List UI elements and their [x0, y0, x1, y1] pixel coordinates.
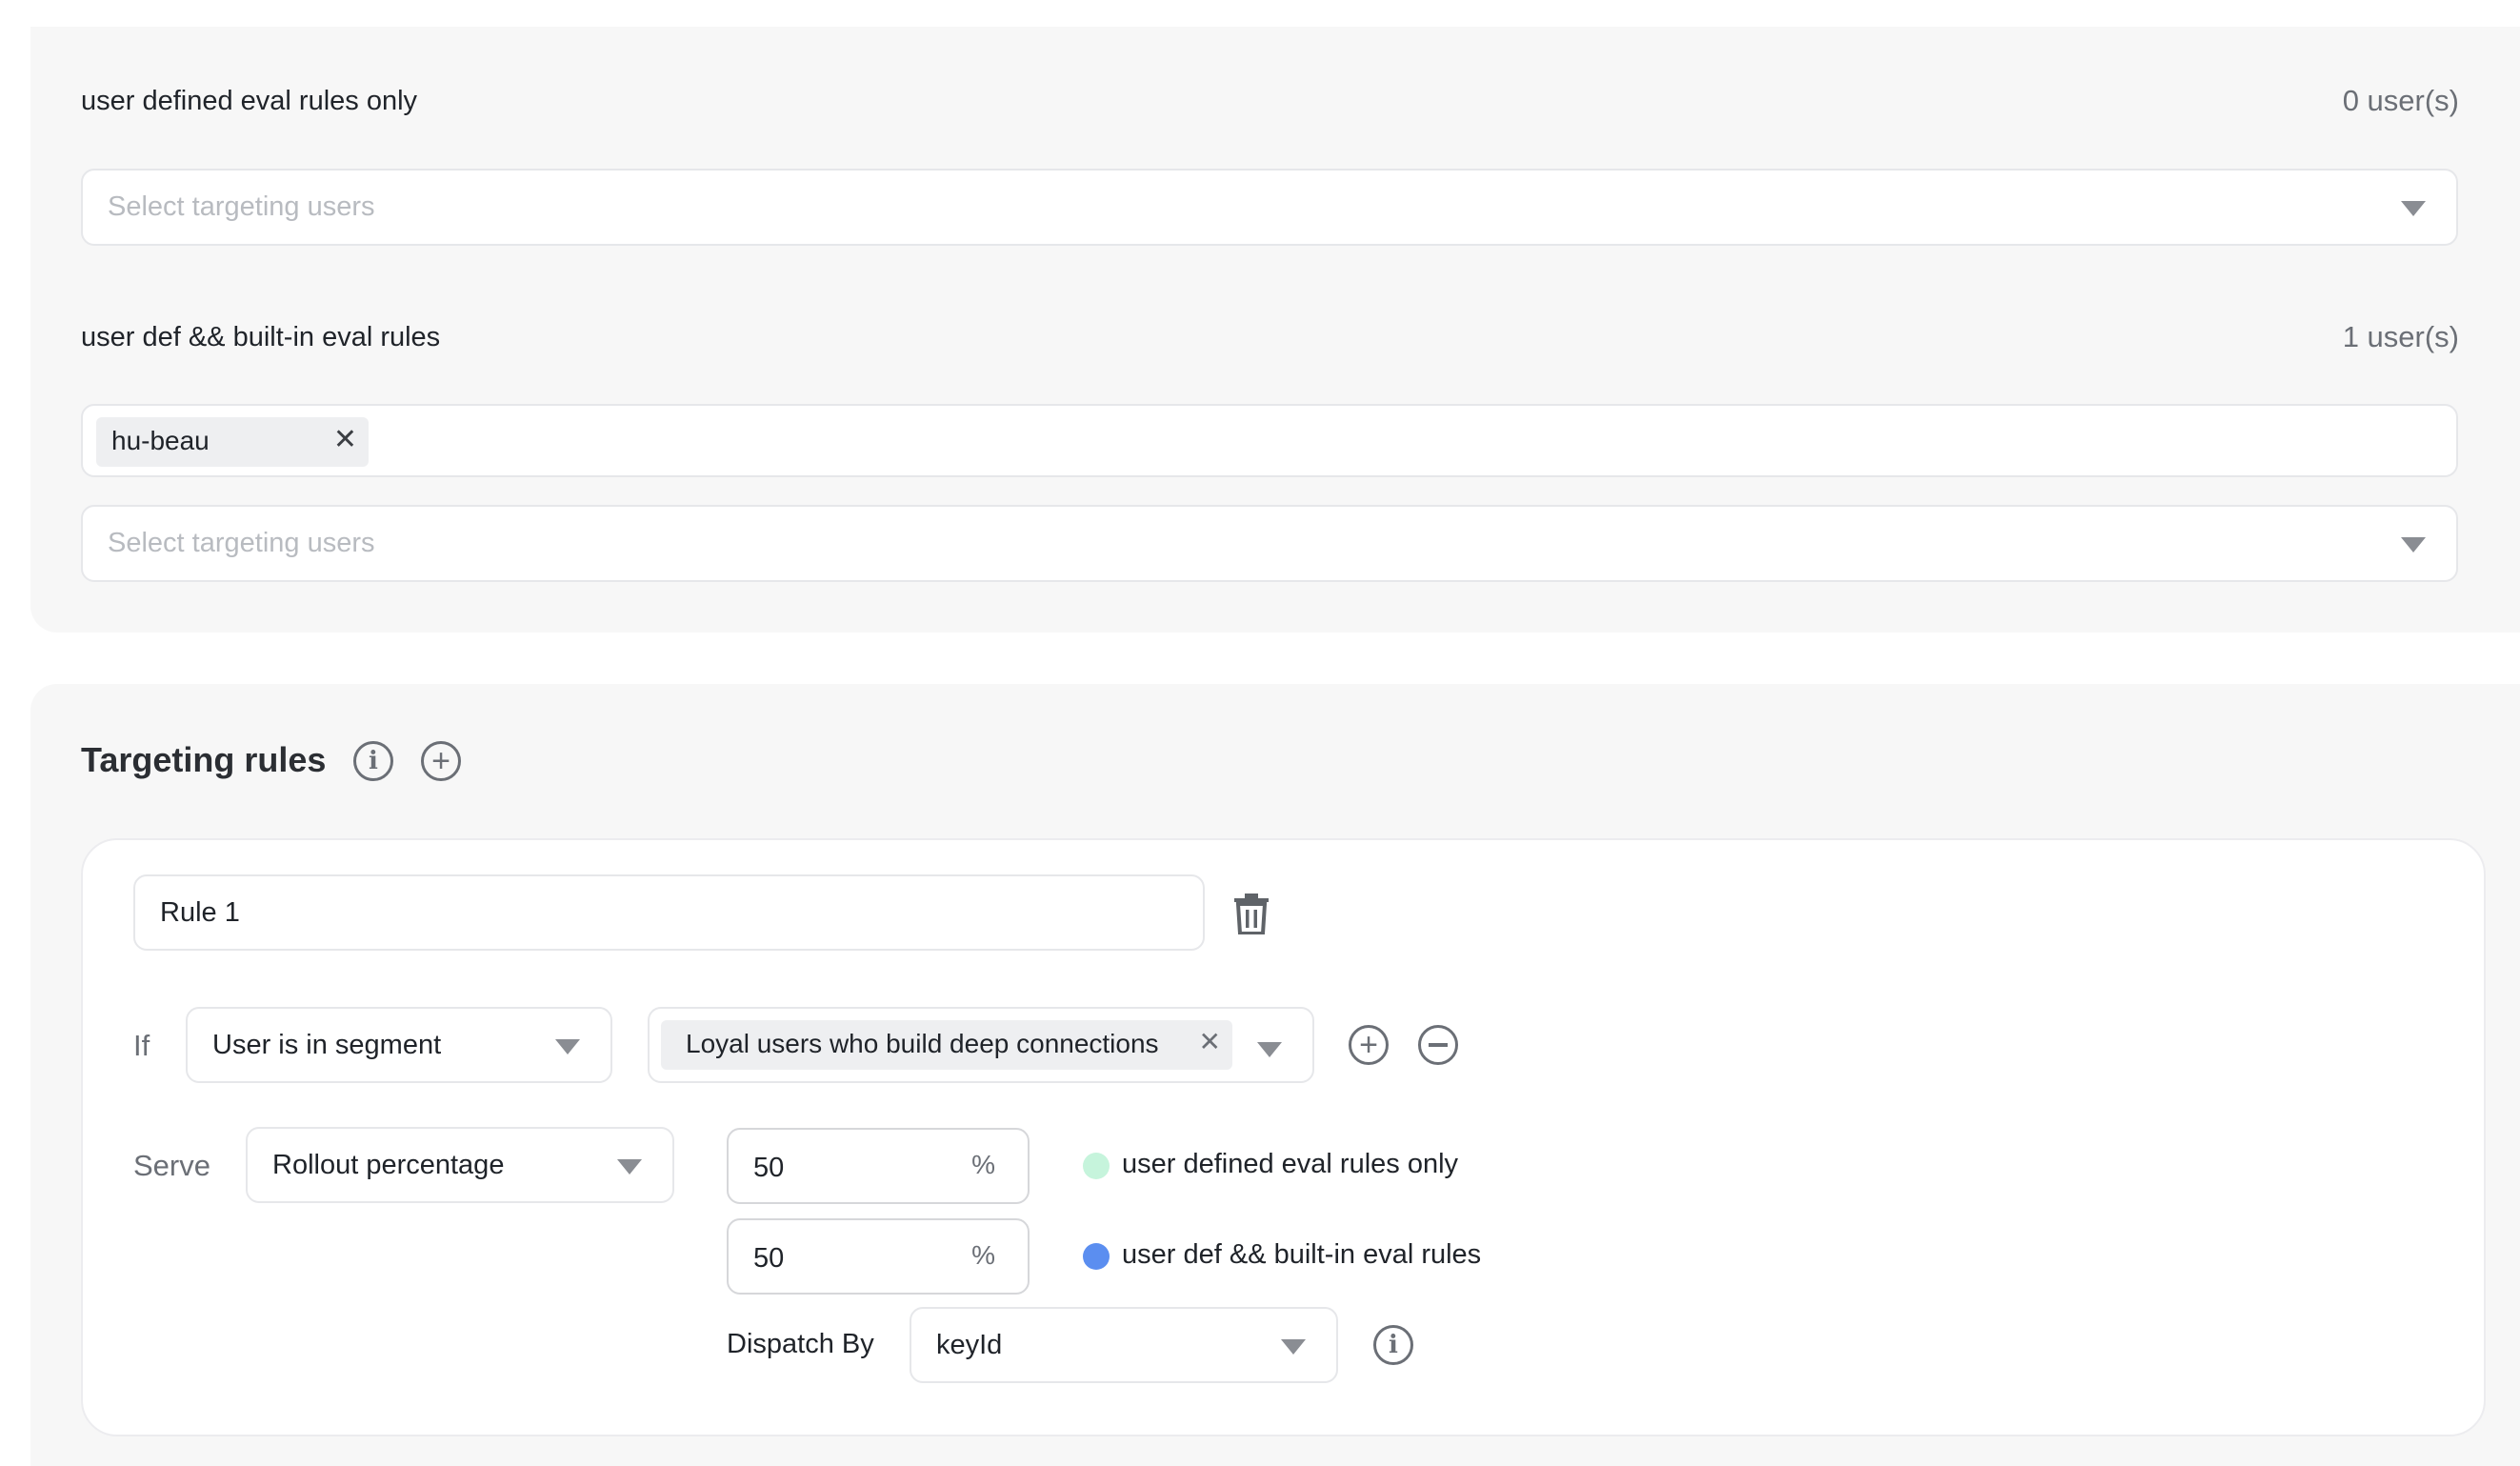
minus-bar	[1429, 1043, 1448, 1047]
add-rule-icon[interactable]: +	[421, 741, 461, 781]
group-title: user defined eval rules only	[81, 86, 418, 116]
variation-color-dot	[1083, 1243, 1110, 1270]
chevron-down-icon	[2401, 201, 2426, 216]
segment-tag: Loyal users who build deep connections ✕	[661, 1020, 1232, 1070]
trash-icon[interactable]	[1232, 893, 1270, 935]
serve-label: Serve	[133, 1149, 210, 1182]
add-condition-icon[interactable]: +	[1349, 1025, 1389, 1065]
rollout-percent-input-1[interactable]: 50 %	[727, 1128, 1030, 1204]
condition-select[interactable]: User is in segment	[186, 1007, 612, 1083]
info-icon[interactable]: i	[353, 741, 393, 781]
dispatch-value: keyId	[936, 1330, 1003, 1360]
user-tag: hu-beau ✕	[96, 417, 369, 467]
chevron-down-icon	[2401, 537, 2426, 552]
user-count: 1 user(s)	[2342, 320, 2459, 353]
variation-label: user defined eval rules only	[1122, 1149, 1459, 1179]
select-placeholder: Select targeting users	[108, 191, 375, 222]
info-icon[interactable]: i	[1373, 1325, 1413, 1365]
close-icon[interactable]: ✕	[333, 423, 357, 456]
variation-label: user def && built-in eval rules	[1122, 1239, 1482, 1270]
rule-name-input[interactable]: Rule 1	[133, 874, 1205, 951]
serve-select[interactable]: Rollout percentage	[246, 1127, 674, 1203]
condition-value: User is in segment	[212, 1030, 442, 1060]
selected-users-box[interactable]: hu-beau ✕	[81, 404, 2458, 477]
percent-value: 50	[753, 1243, 785, 1274]
percent-unit: %	[971, 1240, 995, 1270]
rollout-percent-input-2[interactable]: 50 %	[727, 1218, 1030, 1295]
remove-condition-icon[interactable]	[1418, 1025, 1458, 1065]
dispatch-select[interactable]: keyId	[910, 1307, 1338, 1383]
select-targeting-users-1[interactable]: Select targeting users	[81, 169, 2458, 246]
chevron-down-icon	[617, 1159, 642, 1175]
serve-value: Rollout percentage	[272, 1150, 505, 1180]
variation-color-dot	[1083, 1153, 1110, 1179]
segment-tag-label: Loyal users who build deep connections	[686, 1029, 1159, 1058]
close-icon[interactable]: ✕	[1199, 1026, 1221, 1057]
select-targeting-users-2[interactable]: Select targeting users	[81, 505, 2458, 582]
chevron-down-icon	[555, 1039, 580, 1054]
segment-select[interactable]: Loyal users who build deep connections ✕	[648, 1007, 1314, 1083]
if-label: If	[133, 1029, 150, 1062]
rule-name-value: Rule 1	[160, 897, 240, 928]
percent-unit: %	[971, 1150, 995, 1179]
user-count: 0 user(s)	[2342, 84, 2459, 117]
percent-value: 50	[753, 1153, 785, 1183]
chevron-down-icon	[1257, 1042, 1282, 1057]
select-placeholder: Select targeting users	[108, 528, 375, 558]
dispatch-label: Dispatch By	[727, 1329, 874, 1359]
user-tag-label: hu-beau	[111, 426, 210, 455]
section-title: Targeting rules	[81, 740, 327, 779]
chevron-down-icon	[1281, 1339, 1306, 1355]
group-title: user def && built-in eval rules	[81, 322, 441, 352]
